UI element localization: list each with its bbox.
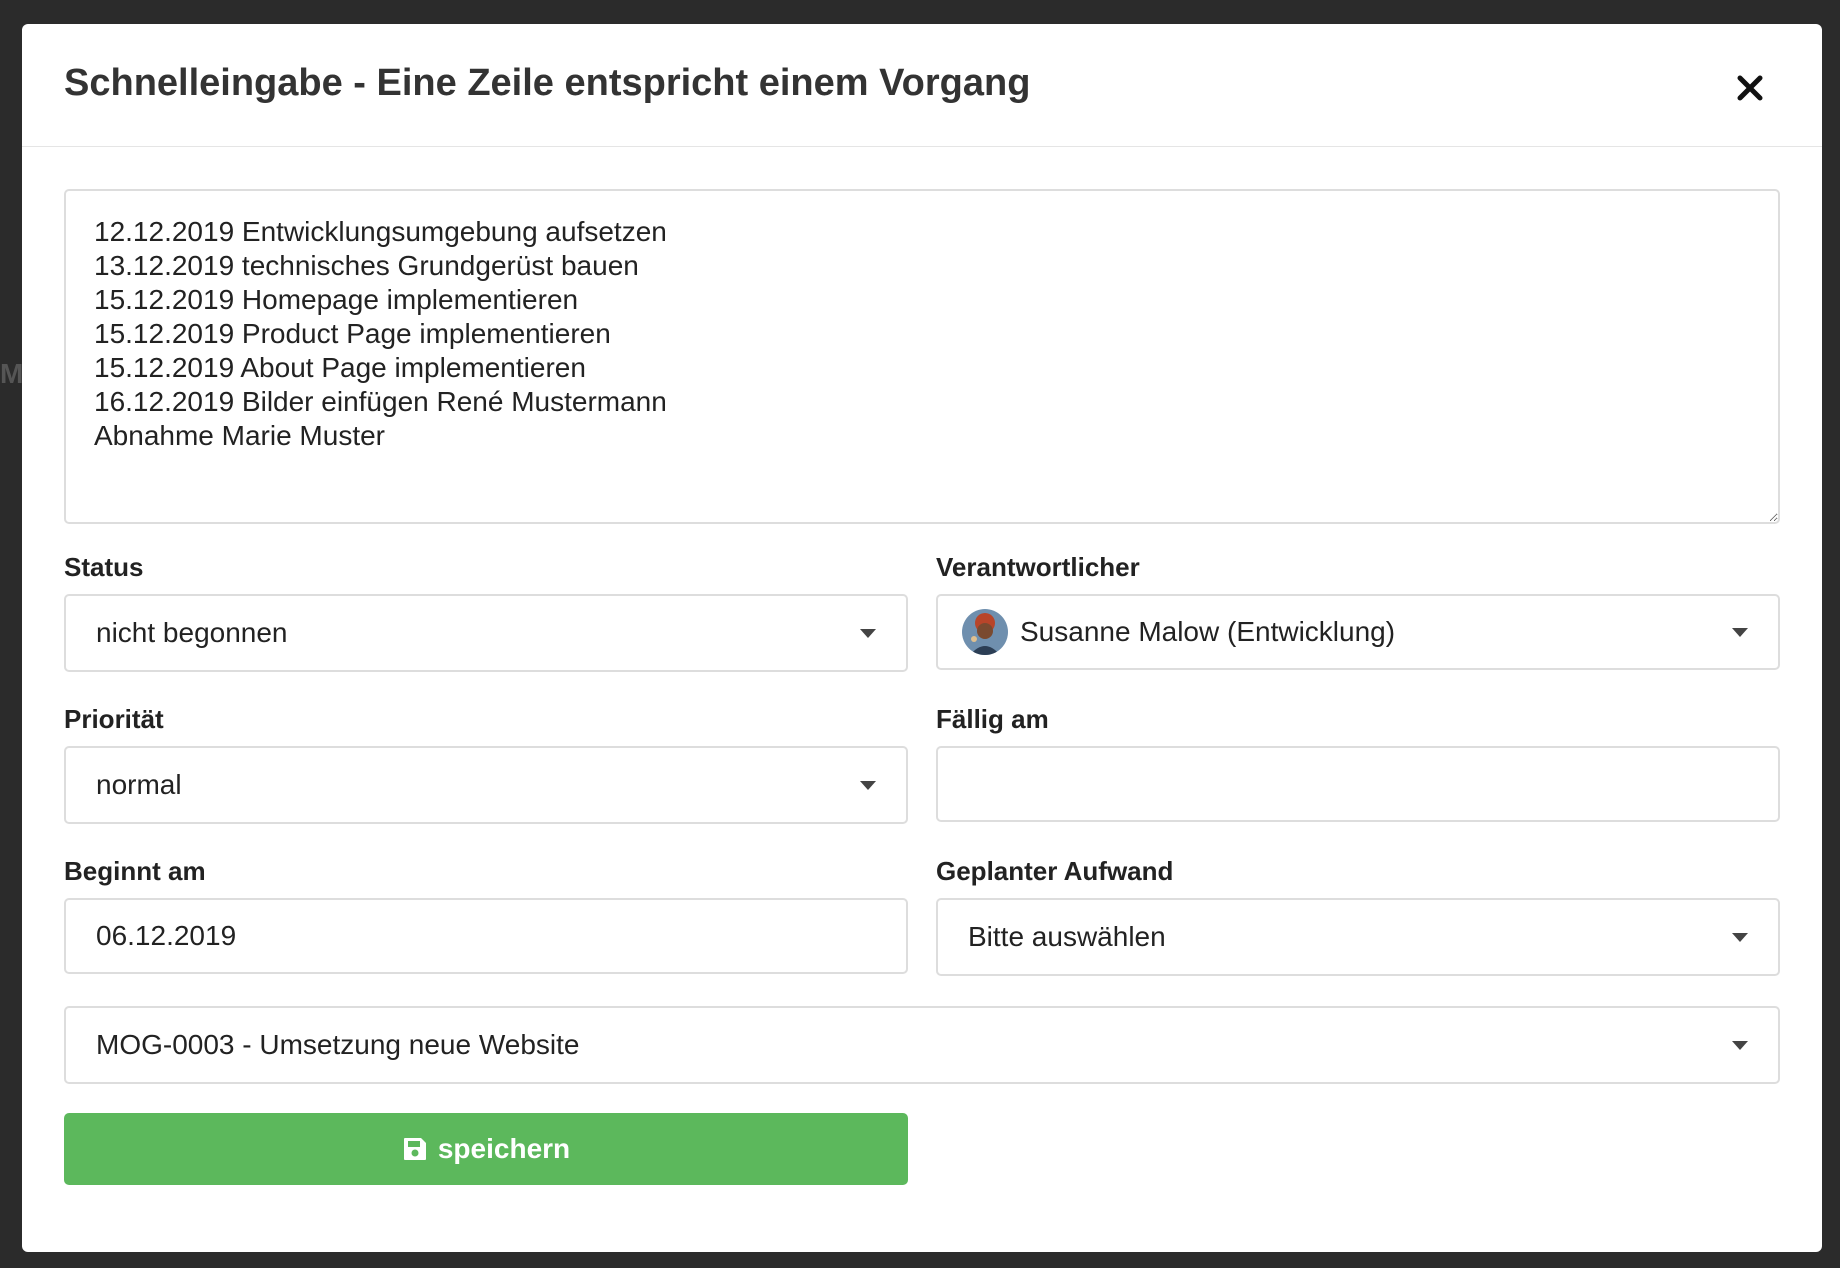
start-date-label: Beginnt am — [64, 856, 206, 886]
modal-header: Schnelleingabe - Eine Zeile entspricht e… — [22, 24, 1822, 147]
save-button[interactable]: speichern — [64, 1113, 908, 1185]
chevron-down-icon — [860, 780, 876, 790]
close-button[interactable] — [1730, 68, 1770, 108]
responsible-value: Susanne Malow (Entwicklung) — [1020, 616, 1396, 647]
responsible-select[interactable]: Susanne Malow (Entwicklung) — [936, 594, 1780, 670]
effort-select[interactable]: Bitte auswählen — [936, 898, 1780, 976]
status-value: nicht begonnen — [96, 617, 288, 648]
priority-label: Priorität — [64, 704, 164, 734]
due-date-input[interactable] — [936, 746, 1780, 822]
floppy-disk-icon — [403, 1138, 426, 1160]
avatar — [962, 609, 1008, 655]
chevron-down-icon — [1732, 932, 1748, 942]
project-value: MOG-0003 - Umsetzung neue Website — [96, 1029, 580, 1060]
close-icon — [1737, 75, 1763, 101]
start-date-input[interactable]: 06.12.2019 — [64, 898, 908, 974]
effort-value: Bitte auswählen — [968, 921, 1166, 952]
modal-title: Schnelleingabe - Eine Zeile entspricht e… — [64, 62, 1031, 104]
project-select[interactable]: MOG-0003 - Umsetzung neue Website — [64, 1006, 1780, 1084]
start-date-value: 06.12.2019 — [96, 920, 237, 951]
priority-select[interactable]: normal — [64, 746, 908, 824]
quick-entry-textarea[interactable]: 12.12.2019 Entwicklungsumgebung aufsetze… — [64, 189, 1780, 524]
status-select[interactable]: nicht begonnen — [64, 594, 908, 672]
backdrop-fragment: M — [0, 358, 24, 389]
effort-label: Geplanter Aufwand — [936, 856, 1174, 886]
quick-entry-modal: Schnelleingabe - Eine Zeile entspricht e… — [22, 24, 1822, 1252]
responsible-label: Verantwortlicher — [936, 552, 1140, 582]
chevron-down-icon — [1732, 627, 1748, 637]
chevron-down-icon — [1732, 1040, 1748, 1050]
due-date-label: Fällig am — [936, 704, 1049, 734]
status-label: Status — [64, 552, 144, 582]
save-button-label: speichern — [437, 1133, 571, 1164]
chevron-down-icon — [860, 628, 876, 638]
priority-value: normal — [96, 769, 182, 800]
